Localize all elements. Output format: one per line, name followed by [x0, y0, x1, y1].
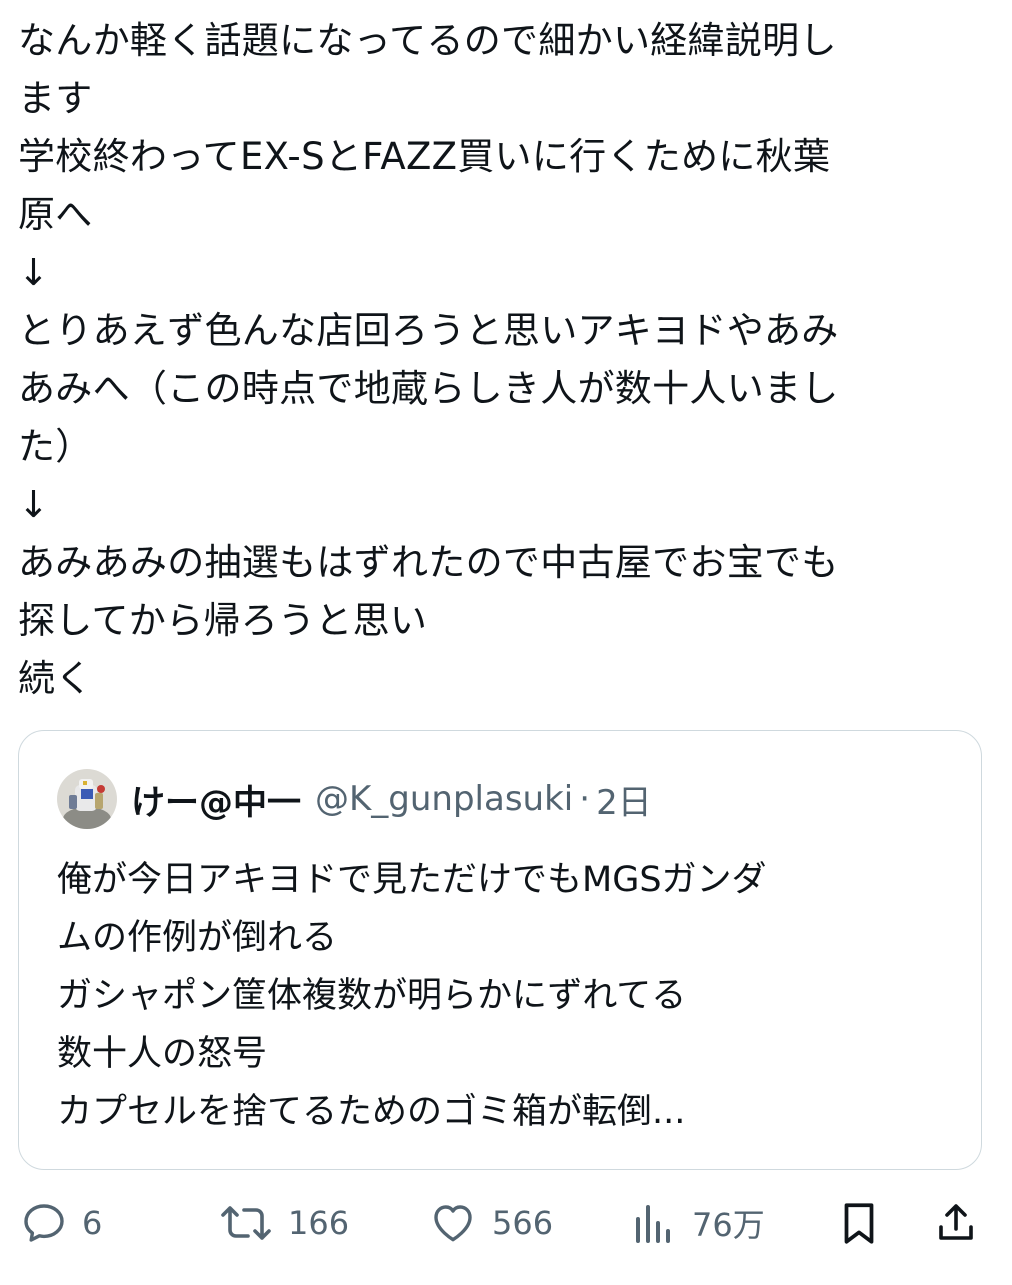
- tweet-text-line: た）: [18, 425, 93, 468]
- quoted-tweet-text: 俺が今日アキヨドで見ただけでもMGSガンダ ムの作例が倒れる ガシャポン筐体複数…: [57, 851, 947, 1141]
- quoted-text-line: ムの作例が倒れる: [57, 918, 338, 958]
- quoted-tweet-card[interactable]: けー@中一 @K_gunplasuki · 2日 俺が今日アキヨドで見ただけでも…: [18, 730, 982, 1170]
- quoted-text-line: 数十人の怒号: [57, 1034, 268, 1074]
- quoted-author-handle[interactable]: @K_gunplasuki: [315, 779, 573, 819]
- tweet-text-line: あみへ（この時点で地蔵らしき人が数十人いまし: [18, 367, 839, 410]
- views-count: 76万: [692, 1206, 765, 1244]
- quoted-text-line: ガシャポン筐体複数が明らかにずれてる: [57, 976, 687, 1016]
- tweet-text-line: ↓: [18, 251, 50, 294]
- reply-icon: [24, 1204, 64, 1242]
- retweet-count: 166: [288, 1204, 350, 1242]
- heart-icon: [434, 1205, 472, 1242]
- quoted-tweet-header: けー@中一 @K_gunplasuki · 2日: [57, 769, 652, 829]
- share-button[interactable]: [932, 1192, 980, 1254]
- tweet-text-line: 学校終わってEX-SとFAZZ買いに行くために秋葉: [18, 135, 831, 178]
- bookmark-button[interactable]: [834, 1192, 884, 1254]
- quoted-tweet-time[interactable]: 2日: [596, 775, 652, 824]
- views-icon: [636, 1205, 670, 1243]
- tweet-action-bar: 6 166 566 76万: [0, 1192, 1012, 1254]
- like-count: 566: [492, 1204, 554, 1242]
- tweet-text-line: なんか軽く話題になってるので細かい経緯説明し: [18, 19, 837, 62]
- tweet-text-line: ます: [18, 77, 93, 120]
- tweet-text-line: 続く: [18, 657, 93, 700]
- bookmark-icon: [844, 1203, 874, 1244]
- avatar-gunpla-figure-icon: [57, 769, 117, 829]
- tweet-text-line: あみあみの抽選もはずれたので中古屋でお宝でも: [18, 541, 839, 584]
- avatar[interactable]: [57, 769, 117, 829]
- tweet-text-line: 探してから帰ろうと思い: [18, 599, 428, 642]
- retweet-button[interactable]: 166: [218, 1192, 349, 1254]
- like-button[interactable]: 566: [428, 1192, 553, 1254]
- tweet-text-line: 原へ: [18, 193, 93, 236]
- views-button[interactable]: 76万: [630, 1192, 765, 1254]
- quoted-author-name[interactable]: けー@中一: [131, 775, 301, 824]
- tweet-text: なんか軽く話題になってるので細かい経緯説明し ます 学校終わってEX-SとFAZ…: [18, 12, 978, 708]
- retweet-icon: [221, 1206, 271, 1240]
- reply-count: 6: [82, 1204, 103, 1242]
- quoted-text-line: カプセルを捨てるためのゴミ箱が転倒...: [57, 1092, 686, 1132]
- quoted-text-line: 俺が今日アキヨドで見ただけでもMGSガンダ: [57, 860, 767, 900]
- tweet-text-line: とりあえず色んな店回ろうと思いアキヨドやあみ: [18, 309, 839, 352]
- share-icon: [939, 1204, 973, 1240]
- tweet-text-line: ↓: [18, 483, 50, 526]
- separator-dot: ·: [579, 779, 591, 819]
- reply-button[interactable]: 6: [20, 1192, 102, 1254]
